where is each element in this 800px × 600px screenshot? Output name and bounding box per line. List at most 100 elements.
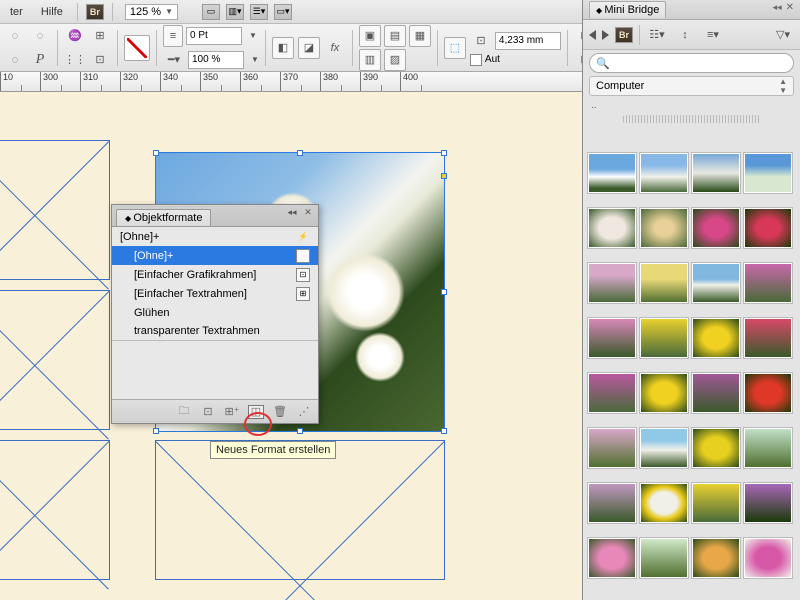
textwrap-bbox-icon[interactable]: ▤ <box>384 25 406 47</box>
clear-attr-icon[interactable]: ⊞⁺ <box>224 405 240 419</box>
thumbnail[interactable] <box>745 154 791 192</box>
deselect-icon[interactable]: ◌ <box>4 49 26 71</box>
corner-options-icon[interactable]: ⬚ <box>444 37 466 59</box>
folder-icon[interactable]: 🗀 <box>176 405 192 419</box>
corner-radius-input[interactable] <box>495 32 561 50</box>
nav-fwd-icon[interactable] <box>602 30 609 40</box>
thumbnail[interactable] <box>641 484 687 522</box>
thumbnail[interactable] <box>641 429 687 467</box>
stroke-type-icon[interactable]: ━▾ <box>163 49 185 71</box>
fill-none-icon[interactable] <box>124 35 150 61</box>
thumbnail[interactable] <box>589 209 635 247</box>
group-icon[interactable]: ⊡ <box>89 49 111 71</box>
clear-override-icon[interactable]: ⊡ <box>200 405 216 419</box>
nav-back-icon[interactable] <box>589 30 596 40</box>
workspace-icon[interactable]: ▭▾ <box>274 4 292 20</box>
thumbnail[interactable] <box>693 484 739 522</box>
thumbnail[interactable] <box>641 539 687 577</box>
thumbnail[interactable] <box>589 264 635 302</box>
select-obj-icon[interactable]: ◌ <box>29 25 51 47</box>
thumbnail[interactable] <box>745 539 791 577</box>
sort-icon[interactable]: ↕ <box>674 24 696 46</box>
arrange-docs-icon[interactable]: ☰▾ <box>250 4 268 20</box>
menu-item-truncated[interactable]: ter <box>4 4 29 20</box>
textwrap-shape-icon[interactable]: ▦ <box>409 25 431 47</box>
auto-fit-checkbox[interactable] <box>470 54 482 66</box>
thumbnail[interactable] <box>745 374 791 412</box>
view-list-icon[interactable]: ≡▾ <box>702 24 724 46</box>
object-styles-panel[interactable]: ◂◂ ✕ ◆ Objektformate [Ohne]+ ⚡ [Ohne]+ ⊘… <box>111 204 319 424</box>
style-item[interactable]: [Einfacher Textrahmen] ⊞ <box>112 284 318 303</box>
corner-link-icon[interactable]: ⊡ <box>470 30 492 52</box>
style-item[interactable]: [Einfacher Grafikrahmen] ⊡ <box>112 265 318 284</box>
mini-bridge-search[interactable]: 🔍 <box>589 53 794 73</box>
empty-graphic-frame[interactable] <box>0 140 110 280</box>
stroke-weight-icon[interactable]: ≡ <box>163 25 183 47</box>
bridge-icon[interactable]: Br <box>86 4 104 20</box>
textwrap-jumpnext-icon[interactable]: ▨ <box>384 49 406 71</box>
stroke-weight-input[interactable] <box>186 27 242 45</box>
lightning-icon[interactable]: ⚡ <box>296 230 310 244</box>
textwrap-none-icon[interactable]: ▣ <box>359 25 381 47</box>
close-icon[interactable]: ✕ <box>302 207 314 217</box>
chevron-down-icon[interactable]: ▼ <box>249 31 257 40</box>
align-icon[interactable]: ⊞ <box>89 25 111 47</box>
panel-tab-objectstyles[interactable]: ◆ Objektformate <box>116 209 211 226</box>
bridge-icon[interactable]: Br <box>615 27 633 43</box>
style-item[interactable]: transparenter Textrahmen <box>112 322 318 341</box>
drop-shadow-icon[interactable]: ◪ <box>298 37 320 59</box>
empty-graphic-frame[interactable] <box>0 440 110 580</box>
style-item[interactable]: [Ohne]+ ⊘ <box>112 246 318 265</box>
distribute-icon[interactable]: ⋮⋮ <box>64 49 86 71</box>
parent-folder-link[interactable]: .. <box>583 98 800 113</box>
effects-opacity-icon[interactable]: ◧ <box>272 37 294 59</box>
fx-menu[interactable]: fx <box>324 37 346 59</box>
thumbnail[interactable] <box>589 484 635 522</box>
type-icon[interactable]: P <box>29 49 51 71</box>
menu-help[interactable]: Hilfe <box>35 4 69 20</box>
panel-divider-grip[interactable] <box>623 115 760 123</box>
collapse-icon[interactable]: ◂◂ <box>773 2 782 13</box>
thumbnail[interactable] <box>693 429 739 467</box>
thumbnail[interactable] <box>589 539 635 577</box>
thumbnail[interactable] <box>693 209 739 247</box>
thumbnail[interactable] <box>589 374 635 412</box>
collapse-icon[interactable]: ◂◂ <box>286 207 298 217</box>
thumbnail[interactable] <box>589 319 635 357</box>
thumbnail[interactable] <box>745 319 791 357</box>
thumbnail[interactable] <box>641 319 687 357</box>
thumbnail[interactable] <box>693 264 739 302</box>
close-icon[interactable]: ✕ <box>786 2 794 13</box>
thumbnail[interactable] <box>641 374 687 412</box>
view-grid-icon[interactable]: ☷▾ <box>646 24 668 46</box>
textwrap-jump-icon[interactable]: ▥ <box>359 49 381 71</box>
thumbnail[interactable] <box>641 154 687 192</box>
thumbnail[interactable] <box>745 209 791 247</box>
empty-graphic-frame[interactable] <box>155 440 445 580</box>
style-item[interactable]: Glühen <box>112 303 318 322</box>
trash-icon[interactable]: 🗑 <box>272 405 288 419</box>
thumbnail[interactable] <box>693 319 739 357</box>
thumbnail[interactable] <box>745 484 791 522</box>
screen-mode-icon[interactable]: ▭ <box>202 4 220 20</box>
thumbnail[interactable] <box>641 209 687 247</box>
mini-bridge-tab[interactable]: ◆ Mini Bridge <box>589 1 666 18</box>
chevron-down-icon[interactable]: ▼ <box>251 55 259 64</box>
zoom-dropdown[interactable]: 125 % ▼ <box>125 4 178 20</box>
thumbnail[interactable] <box>589 429 635 467</box>
thumbnail[interactable] <box>589 154 635 192</box>
select-same-icon[interactable]: ◌ <box>4 25 26 47</box>
thumbnail[interactable] <box>693 154 739 192</box>
balance-icon[interactable]: ♒ <box>64 25 86 47</box>
view-options-icon[interactable]: ▥▾ <box>226 4 244 20</box>
mini-bridge-path-dropdown[interactable]: Computer ▲▼ <box>589 76 794 96</box>
thumbnail[interactable] <box>745 429 791 467</box>
empty-graphic-frame[interactable] <box>0 290 110 430</box>
thumbnail[interactable] <box>745 264 791 302</box>
new-style-icon[interactable]: ◫ <box>248 405 264 419</box>
filter-icon[interactable]: ▽▾ <box>772 24 794 46</box>
thumbnail[interactable] <box>641 264 687 302</box>
thumbnail[interactable] <box>693 374 739 412</box>
scale-pct-input[interactable] <box>188 51 244 69</box>
thumbnail[interactable] <box>693 539 739 577</box>
